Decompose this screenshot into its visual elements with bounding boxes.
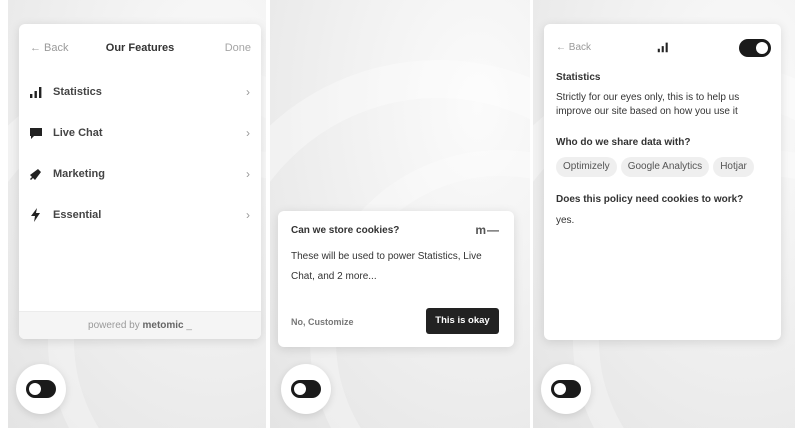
feature-item-marketing[interactable]: Marketing › (19, 154, 261, 194)
statistics-detail-panel: ← Back Statistics Strictly for our eyes … (533, 0, 795, 428)
cookie-widget-button[interactable] (541, 364, 591, 414)
accept-button[interactable]: This is okay (426, 308, 499, 334)
policy-question: Does this policy need cookies to work? (556, 194, 744, 205)
cookie-banner: Can we store cookies? m— These will be u… (278, 211, 514, 347)
chevron-right-icon: › (246, 126, 250, 140)
partner-tag: Optimizely (556, 157, 617, 177)
toggle-icon (551, 380, 581, 398)
statistics-toggle[interactable] (739, 39, 771, 57)
lightning-icon (31, 208, 40, 222)
detail-card: ← Back Statistics Strictly for our eyes … (544, 24, 781, 340)
cookie-widget-button[interactable] (16, 364, 66, 414)
features-card: ← Back Our Features Done Statistics › Li… (19, 24, 261, 339)
partner-tags: Optimizely Google Analytics Hotjar (556, 156, 776, 177)
cookie-widget-button[interactable] (281, 364, 331, 414)
partner-tag: Google Analytics (620, 157, 710, 177)
chevron-right-icon: › (246, 208, 250, 222)
metomic-logo-icon: m— (475, 223, 500, 237)
chevron-right-icon: › (246, 167, 250, 181)
bar-chart-icon (30, 87, 42, 98)
partner-tag: Hotjar (713, 157, 754, 177)
back-button[interactable]: ← Back (556, 42, 591, 53)
powered-by-label: powered by (88, 320, 140, 331)
powered-by-footer[interactable]: powered by metomic _ (19, 311, 261, 339)
feature-label: Statistics (53, 86, 102, 98)
chevron-right-icon: › (246, 85, 250, 99)
feature-label: Live Chat (53, 127, 103, 139)
feature-label: Marketing (53, 168, 105, 180)
policy-answer: yes. (556, 215, 575, 226)
banner-title: Can we store cookies? (291, 225, 400, 236)
brand-name: metomic (142, 320, 184, 331)
feature-label: Essential (53, 209, 102, 221)
section-description: Strictly for our eyes only, this is to h… (556, 92, 740, 117)
toggle-icon (26, 380, 56, 398)
cookie-banner-panel: Can we store cookies? m— These will be u… (270, 0, 530, 428)
feature-item-statistics[interactable]: Statistics › (19, 72, 261, 112)
chat-bubble-icon (30, 128, 42, 139)
bar-chart-icon (657, 42, 668, 53)
share-heading: Who do we share data with? (556, 137, 691, 148)
banner-message: These will be used to power Statistics, … (291, 251, 482, 282)
feature-item-essential[interactable]: Essential › (19, 195, 261, 235)
features-panel: ← Back Our Features Done Statistics › Li… (8, 0, 266, 428)
megaphone-icon (30, 169, 41, 180)
section-heading: Statistics (556, 72, 601, 83)
feature-item-live-chat[interactable]: Live Chat › (19, 113, 261, 153)
toggle-icon (291, 380, 321, 398)
customize-button[interactable]: No, Customize (291, 317, 354, 327)
done-button[interactable]: Done (225, 42, 251, 54)
features-header: ← Back Our Features Done (19, 42, 261, 56)
